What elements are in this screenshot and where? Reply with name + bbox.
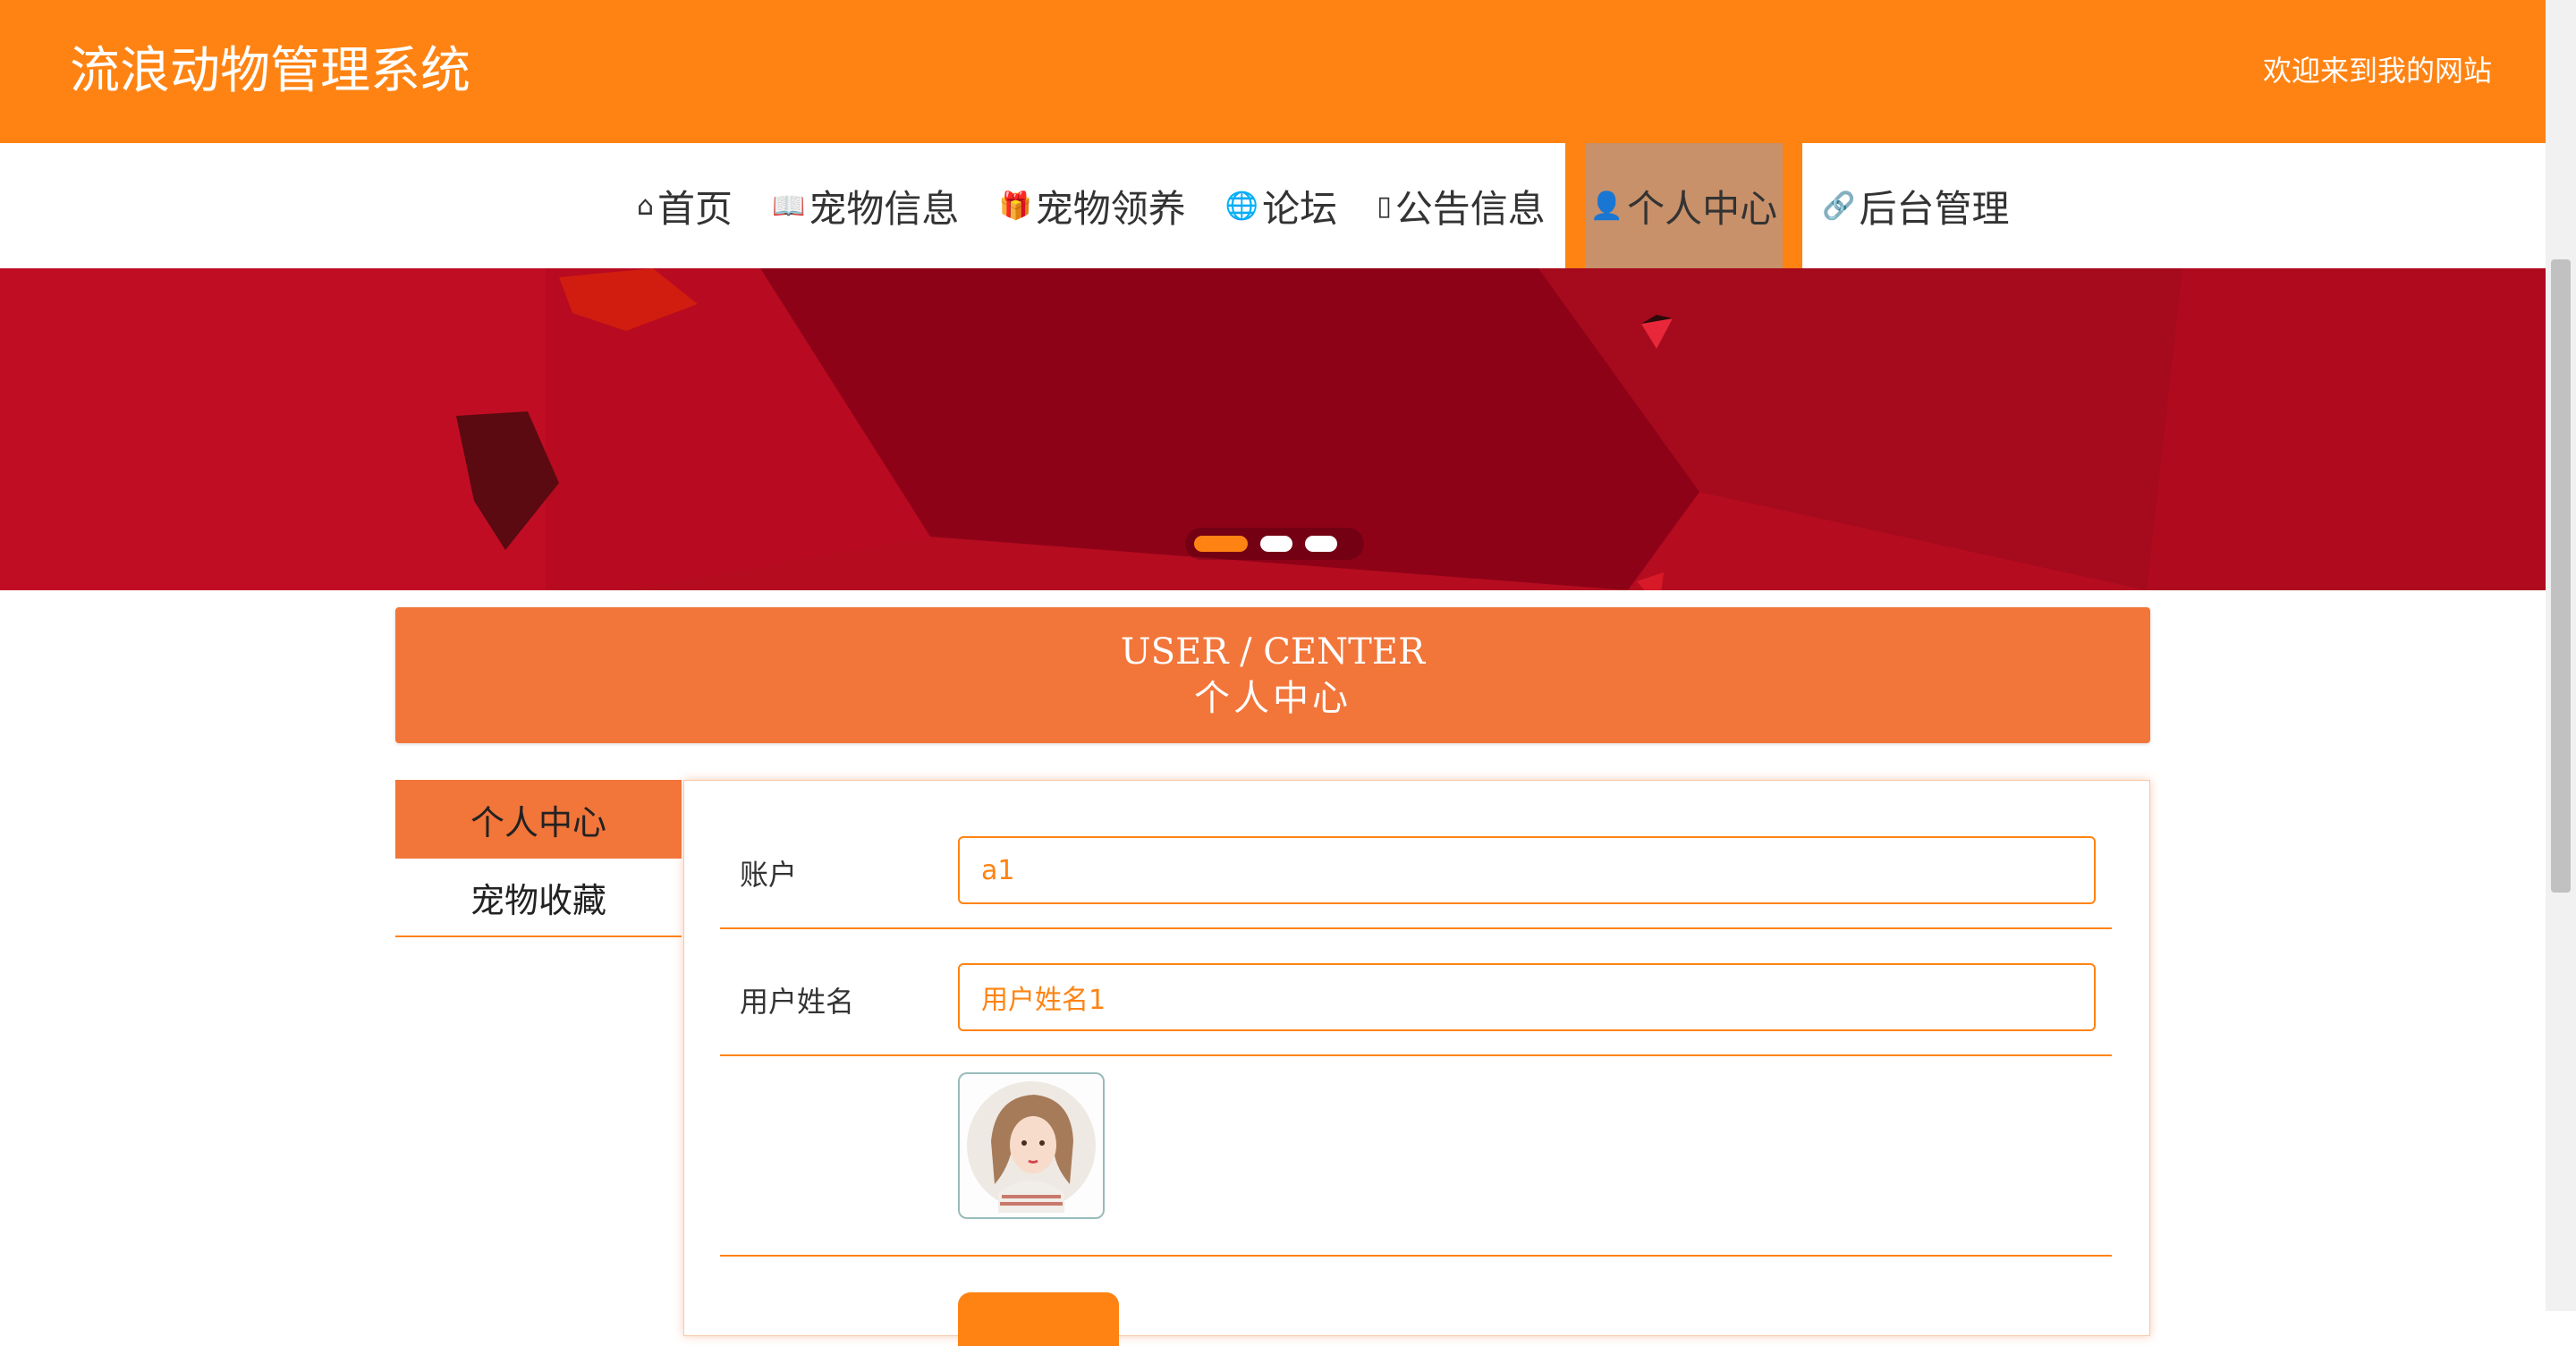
name-label: 用户姓名 bbox=[740, 985, 855, 1019]
link-icon: 🔗 bbox=[1822, 190, 1856, 222]
nav-item-pet-info[interactable]: 📖 宠物信息 bbox=[752, 143, 979, 268]
nav-item-admin[interactable]: 🔗 后台管理 bbox=[1802, 143, 2029, 268]
scrollbar-thumb[interactable] bbox=[2551, 259, 2571, 893]
book-icon: 📖 bbox=[772, 190, 806, 222]
globe-icon: 🌐 bbox=[1224, 190, 1259, 222]
form-row-account: 账户 a1 bbox=[720, 781, 2112, 929]
top-header: 流浪动物管理系统 欢迎来到我的网站 bbox=[0, 0, 2546, 143]
nav-label: 公告信息 bbox=[1394, 186, 1546, 231]
document-icon: ▯ bbox=[1377, 190, 1392, 222]
carousel-dot[interactable] bbox=[1260, 536, 1292, 552]
submit-button[interactable] bbox=[958, 1292, 1119, 1346]
nav-label: 宠物信息 bbox=[809, 186, 960, 231]
nav-label: 宠物领养 bbox=[1035, 186, 1186, 231]
name-input[interactable]: 用户姓名1 bbox=[958, 963, 2096, 1031]
header-title-en: USER / CENTER bbox=[1120, 631, 1426, 673]
nav-label: 首页 bbox=[657, 186, 733, 231]
nav-label: 个人中心 bbox=[1627, 186, 1778, 231]
nav-item-pet-adopt[interactable]: 🎁 宠物领养 bbox=[979, 143, 1205, 268]
nav-label: 后台管理 bbox=[1859, 186, 2010, 231]
avatar-upload[interactable] bbox=[958, 1072, 1105, 1219]
banner-carousel[interactable] bbox=[0, 268, 2546, 590]
gift-icon: 🎁 bbox=[998, 190, 1032, 222]
side-menu: 个人中心 宠物收藏 bbox=[395, 780, 682, 937]
nav-label: 论坛 bbox=[1262, 186, 1338, 231]
form-row-name: 用户姓名 用户姓名1 bbox=[720, 927, 2112, 1056]
user-center-header: USER / CENTER 个人中心 bbox=[395, 607, 2150, 743]
account-label: 账户 bbox=[740, 858, 798, 892]
account-input[interactable]: a1 bbox=[958, 836, 2096, 904]
nav-item-forum[interactable]: 🌐 论坛 bbox=[1206, 143, 1357, 268]
site-title[interactable]: 流浪动物管理系统 bbox=[70, 36, 470, 107]
avatar bbox=[967, 1081, 1096, 1213]
side-item-user-center[interactable]: 个人中心 bbox=[395, 780, 682, 859]
nav-item-user-center[interactable]: 👤 个人中心 bbox=[1564, 143, 1803, 268]
carousel-dot[interactable] bbox=[1305, 536, 1337, 552]
header-title-zh: 个人中心 bbox=[1194, 678, 1352, 719]
carousel-dots bbox=[1185, 528, 1364, 560]
form-row-avatar bbox=[720, 1054, 2112, 1257]
nav-item-notice[interactable]: ▯ 公告信息 bbox=[1357, 143, 1565, 268]
user-icon: 👤 bbox=[1589, 190, 1624, 222]
carousel-dot[interactable] bbox=[1194, 536, 1248, 552]
welcome-text: 欢迎来到我的网站 bbox=[2262, 54, 2492, 88]
profile-panel: 账户 a1 用户姓名 用户姓名1 bbox=[683, 780, 2150, 1346]
nav-item-home[interactable]: ⌂ 首页 bbox=[617, 143, 752, 268]
main-nav: ⌂ 首页 📖 宠物信息 🎁 宠物领养 🌐 论坛 ▯ 公告信息 👤 个人中心 🔗 bbox=[0, 143, 2546, 268]
scrollbar[interactable] bbox=[2546, 0, 2576, 1311]
home-icon: ⌂ bbox=[637, 190, 655, 222]
side-item-favorites[interactable]: 宠物收藏 bbox=[395, 859, 682, 937]
